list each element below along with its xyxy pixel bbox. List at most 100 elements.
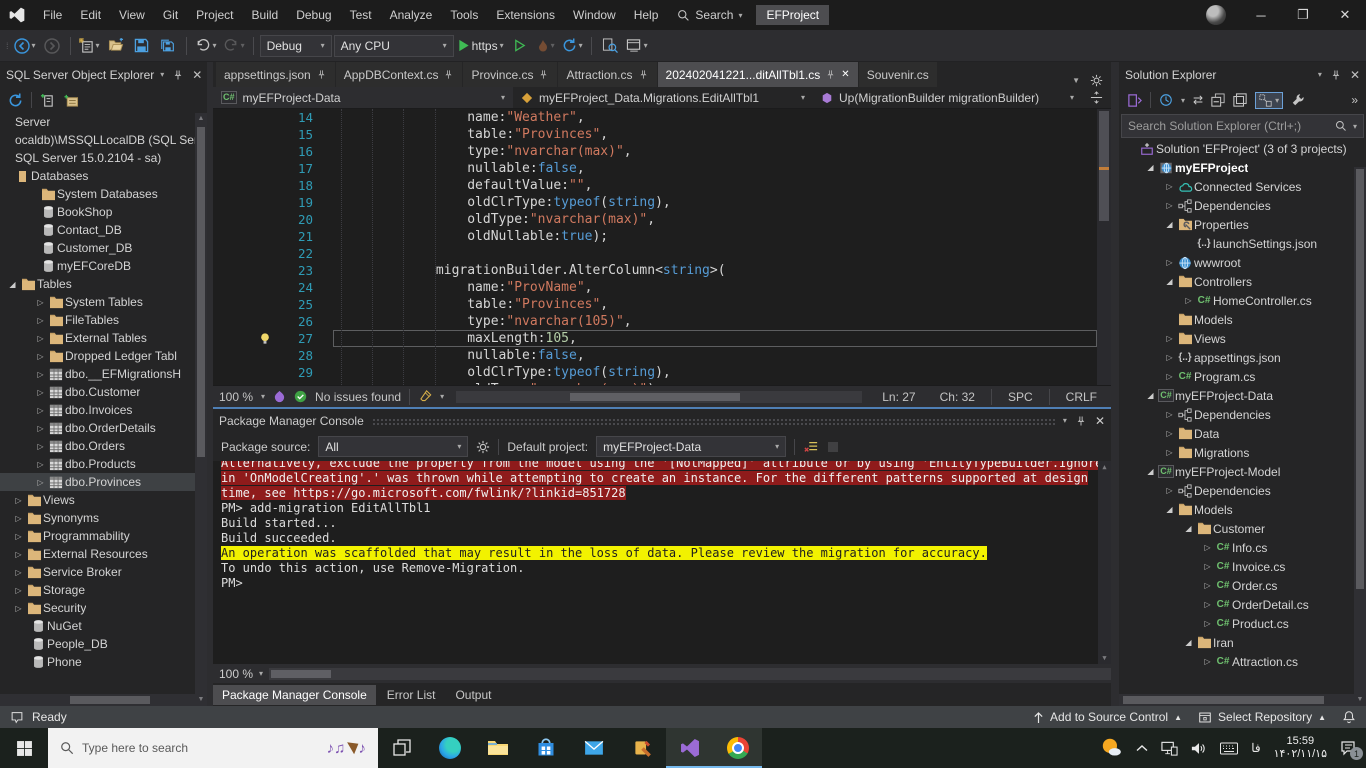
open-file-button[interactable]	[104, 34, 128, 58]
tree-item[interactable]: ▷ Dependencies	[1119, 196, 1366, 215]
collapsed-arrow-icon[interactable]: ▷	[12, 514, 25, 523]
tree-item[interactable]: Phone	[0, 653, 207, 671]
undo-button[interactable]: ▾	[193, 34, 219, 58]
tree-item[interactable]: ▷ Storage	[0, 581, 207, 599]
collapsed-arrow-icon[interactable]: ▷	[12, 496, 25, 505]
tree-item[interactable]: ▷ dbo.__EFMigrationsH	[0, 365, 207, 383]
tree-item[interactable]: ▷ dbo.Provinces	[0, 473, 207, 491]
bottom-tab[interactable]: Output	[446, 685, 500, 705]
properties-window-icon[interactable]	[1233, 93, 1247, 107]
console-zoom-dropdown[interactable]: 100 %	[219, 667, 253, 681]
touch-keyboard-icon[interactable]	[1220, 742, 1239, 755]
speaker-icon[interactable]	[1191, 742, 1207, 755]
sql-vertical-scrollbar[interactable]: ▲ ▼	[195, 113, 207, 706]
code-line[interactable]: 20 oldType: "nvarchar(max)",	[213, 211, 1097, 228]
menu-git[interactable]: Git	[154, 0, 187, 30]
collapsed-arrow-icon[interactable]: ▷	[12, 604, 25, 613]
tree-item[interactable]: ▷ External Tables	[0, 329, 207, 347]
hot-reload-button[interactable]: ▾	[534, 34, 558, 58]
new-project-button[interactable]: ▾	[77, 34, 102, 58]
account-avatar[interactable]	[1206, 5, 1226, 25]
code-line[interactable]: 24 name: "ProvName",	[213, 279, 1097, 296]
navigate-back-button[interactable]: ▾	[12, 34, 38, 58]
tree-item[interactable]: {..} launchSettings.json	[1119, 234, 1366, 253]
tree-item[interactable]: ▷ Dependencies	[1119, 481, 1366, 500]
chrome-taskbar-icon[interactable]	[714, 728, 762, 768]
tree-item[interactable]: NuGet	[0, 617, 207, 635]
tree-item[interactable]: myEFCoreDB	[0, 257, 207, 275]
clock[interactable]: 15:59 ۱۴۰۲/۱۱/۱۵	[1274, 735, 1327, 761]
close-button[interactable]: ✕	[1324, 0, 1366, 30]
save-all-button[interactable]	[156, 34, 180, 58]
mail-icon[interactable]	[570, 728, 618, 768]
collapsed-arrow-icon[interactable]: ▷	[1163, 410, 1176, 419]
add-server-icon[interactable]	[40, 93, 55, 108]
se-horizontal-scrollbar[interactable]	[1119, 694, 1354, 706]
search-menu[interactable]: Search ▾	[667, 8, 752, 22]
collapsed-arrow-icon[interactable]: ▷	[34, 352, 47, 361]
code-line[interactable]: 17 nullable: false,	[213, 160, 1097, 177]
expanded-arrow-icon[interactable]: ◢	[1163, 277, 1176, 286]
add-database-icon[interactable]	[63, 93, 79, 108]
network-display-icon[interactable]	[1161, 741, 1178, 756]
expanded-arrow-icon[interactable]: ◢	[1144, 163, 1157, 172]
tree-item[interactable]: Customer_DB	[0, 239, 207, 257]
tree-item[interactable]: ◢ C# myEFProject-Model	[1119, 462, 1366, 481]
pin-icon[interactable]	[538, 69, 549, 80]
tree-item[interactable]: ▷ Data	[1119, 424, 1366, 443]
line-indicator[interactable]: Ln: 27	[874, 390, 923, 404]
code-line[interactable]: 28 nullable: false,	[213, 347, 1097, 364]
collapsed-arrow-icon[interactable]: ▷	[1163, 258, 1176, 267]
tree-item[interactable]: Databases	[0, 167, 207, 185]
microsoft-store-icon[interactable]	[522, 728, 570, 768]
tree-item[interactable]: ◢ myEFProject	[1119, 158, 1366, 177]
pending-changes-filter-icon[interactable]	[1159, 93, 1173, 107]
tree-item[interactable]: SQL Server 15.0.2104 - sa)	[0, 149, 207, 167]
add-to-source-control-button[interactable]: Add to Source Control ▲	[1033, 710, 1182, 724]
menu-tools[interactable]: Tools	[441, 0, 487, 30]
tree-item[interactable]: Models	[1119, 310, 1366, 329]
start-debug-button[interactable]: https ▾	[456, 34, 506, 58]
tree-item[interactable]: ▷ wwwroot	[1119, 253, 1366, 272]
expanded-arrow-icon[interactable]: ◢	[1182, 638, 1195, 647]
se-vertical-scrollbar[interactable]: ▼	[1354, 167, 1366, 706]
document-tab[interactable]: appsettings.json	[216, 62, 335, 87]
pin-icon[interactable]	[1330, 69, 1342, 81]
collapsed-arrow-icon[interactable]: ▷	[34, 424, 47, 433]
restore-button[interactable]: ❐	[1282, 0, 1324, 30]
close-icon[interactable]: ✕	[1095, 414, 1105, 428]
file-explorer-icon[interactable]	[474, 728, 522, 768]
tree-item[interactable]: ▷ C# Program.cs	[1119, 367, 1366, 386]
collapsed-arrow-icon[interactable]: ▷	[34, 442, 47, 451]
start-without-debug-button[interactable]	[508, 34, 532, 58]
menu-file[interactable]: File	[34, 0, 71, 30]
tree-item[interactable]: ▷ Migrations	[1119, 443, 1366, 462]
tree-item[interactable]: ▷ Dropped Ledger Tabl	[0, 347, 207, 365]
editor-options-icon[interactable]	[1090, 74, 1103, 87]
tree-item[interactable]: ◢ Customer	[1119, 519, 1366, 538]
pin-icon[interactable]	[1075, 415, 1087, 427]
collapsed-arrow-icon[interactable]: ▷	[34, 370, 47, 379]
code-line[interactable]: 16 type: "nvarchar(max)",	[213, 143, 1097, 160]
expanded-arrow-icon[interactable]: ◢	[1144, 391, 1157, 400]
default-project-dropdown[interactable]: myEFProject-Data ▾	[596, 436, 787, 457]
collapsed-arrow-icon[interactable]: ▷	[1201, 657, 1214, 666]
code-line[interactable]: 14 name: "Weather",	[213, 109, 1097, 126]
select-repository-button[interactable]: Select Repository ▲	[1198, 710, 1326, 724]
tree-item[interactable]: ▷ External Resources	[0, 545, 207, 563]
code-editor[interactable]: 14 name: "Weather", 15 table: "Provinces"…	[213, 109, 1111, 385]
editor-vertical-scrollbar[interactable]	[1097, 109, 1111, 385]
collapsed-arrow-icon[interactable]: ▷	[34, 298, 47, 307]
tree-item[interactable]: ▷ C# OrderDetail.cs	[1119, 595, 1366, 614]
tree-item[interactable]: ◢ Properties	[1119, 215, 1366, 234]
bottom-tab[interactable]: Package Manager Console	[213, 684, 376, 705]
collapsed-arrow-icon[interactable]: ▷	[34, 388, 47, 397]
editor-horizontal-scrollbar[interactable]	[456, 390, 863, 403]
menu-edit[interactable]: Edit	[71, 0, 110, 30]
sync-active-document-icon[interactable]	[1127, 93, 1142, 108]
code-line[interactable]: 18 defaultValue: "",	[213, 177, 1097, 194]
tree-item[interactable]: ▷ C# Product.cs	[1119, 614, 1366, 633]
collapsed-arrow-icon[interactable]: ▷	[1163, 353, 1176, 362]
package-source-dropdown[interactable]: All ▾	[318, 436, 469, 457]
visual-studio-taskbar-icon[interactable]	[666, 728, 714, 768]
